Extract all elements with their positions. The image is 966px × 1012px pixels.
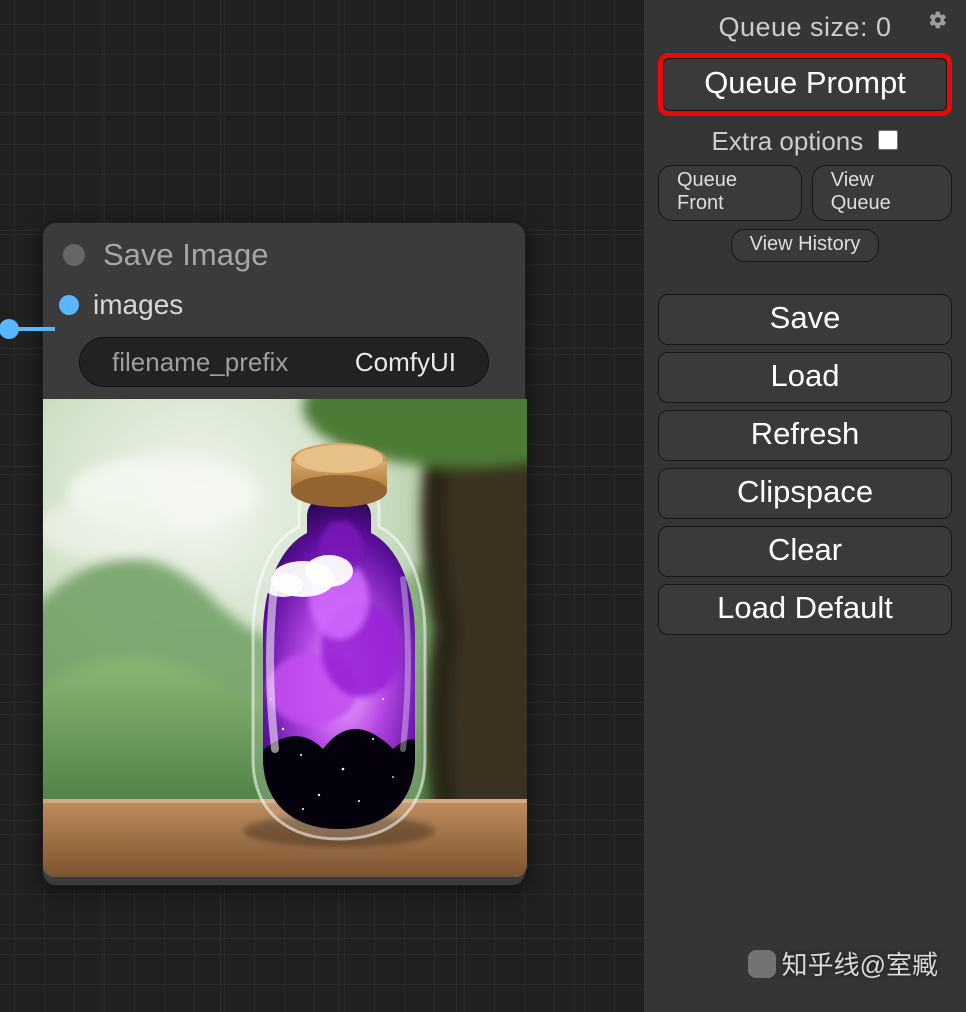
queue-prompt-highlight: Queue Prompt [658,53,952,116]
watermark-text: 知乎线@室臧 [782,945,938,982]
input-wire [0,319,55,339]
watermark-icon [748,950,776,978]
node-header[interactable]: Save Image [43,223,525,283]
queue-front-button[interactable]: Queue Front [658,165,802,221]
clipspace-button[interactable]: Clipspace [658,468,952,519]
extra-options-label: Extra options [712,126,864,156]
images-input-port[interactable] [59,295,79,315]
queue-size-label: Queue size: 0 [658,12,952,43]
watermark: 知乎线@室臧 [748,945,938,982]
refresh-button[interactable]: Refresh [658,410,952,461]
view-queue-button[interactable]: View Queue [812,165,952,221]
filename-prefix-value: ComfyUI [355,347,456,378]
load-default-button[interactable]: Load Default [658,584,952,635]
save-button[interactable]: Save [658,294,952,345]
node-title: Save Image [103,237,268,273]
filename-prefix-field[interactable]: filename_prefix ComfyUI [79,337,489,387]
images-input-label: images [93,289,183,321]
filename-prefix-label: filename_prefix [112,347,288,378]
node-input-row: images [43,283,525,323]
settings-button[interactable] [926,10,950,34]
extra-options-checkbox[interactable] [878,130,898,150]
save-image-node[interactable]: Save Image images filename_prefix ComfyU… [42,222,526,886]
queue-prompt-button[interactable]: Queue Prompt [663,58,947,111]
view-history-button[interactable]: View History [731,229,880,262]
control-panel: Queue size: 0 Queue Prompt Extra options… [644,0,966,1012]
clear-button[interactable]: Clear [658,526,952,577]
extra-options-row: Extra options [658,126,952,157]
image-preview [43,399,527,877]
node-collapse-dot[interactable] [63,244,85,266]
gear-icon [928,10,948,35]
load-button[interactable]: Load [658,352,952,403]
